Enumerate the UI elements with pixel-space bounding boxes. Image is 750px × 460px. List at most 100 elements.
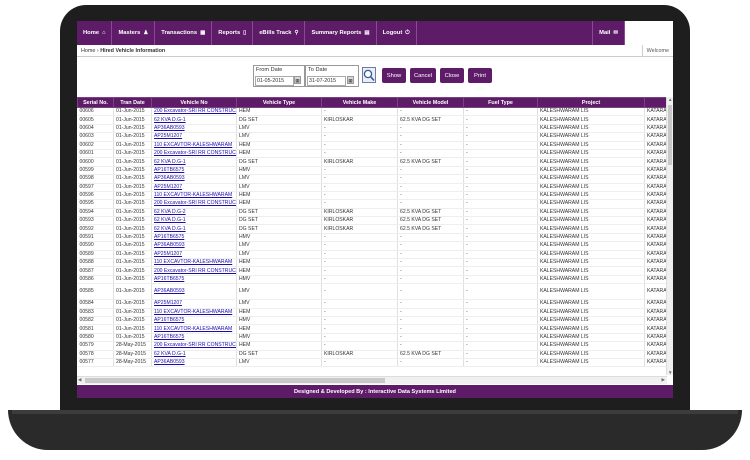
table-row[interactable]: 00592 01-Jun-2015 62 KVA D.G-1 DG SET KIRLOS… [77, 224, 668, 234]
calendar-icon[interactable]: ▦ [294, 76, 301, 84]
vehicle-link[interactable]: 62 KVA D.G-2 [154, 209, 186, 215]
table-row[interactable]: 00588 01-Jun-2015 110 EXCAVTOR-KALESHWARAM… [77, 258, 668, 268]
vehicle-link[interactable]: AP25M1207 [154, 251, 182, 257]
table-row[interactable]: 00593 01-Jun-2015 62 KVA D.G-1 DG SET KIRLOS… [77, 216, 668, 226]
vehicle-link[interactable]: AP16TB6575 [154, 234, 184, 240]
vehicle-link[interactable]: 62 KVA D.G-1 [154, 226, 186, 232]
vehicle-link[interactable]: AP16TB6575 [154, 317, 184, 323]
vehicle-link[interactable]: 200 Excavator-SRI RR CONSTRUCT [154, 150, 236, 156]
cell-vehicle-type: DG SET [236, 350, 322, 359]
vehicle-link[interactable]: AP36AB0593 [154, 242, 185, 248]
vehicle-link[interactable]: 110 EXCAVTOR-KALESHWARAM [154, 259, 232, 265]
cancel-button[interactable]: Cancel [410, 68, 436, 83]
table-row[interactable]: 00586 01-Jun-2015 AP16TB6575 HMV - - - KALESHWA… [77, 275, 668, 285]
table-row[interactable]: 00604 01-Jun-2015 AP36AB0593 LMV - - - KALESHWA… [77, 124, 668, 134]
cell-tran-date: 01-Jun-2015 [113, 333, 152, 343]
table-row[interactable]: 00590 01-Jun-2015 AP36AB0593 LMV - - - KALESHWA… [77, 241, 668, 251]
cell-serial-no: 00579 [77, 341, 114, 351]
scroll-left-icon[interactable]: ◀ [78, 377, 81, 383]
cell-vehicle-type: LMV [236, 174, 322, 184]
table-row[interactable]: 00601 01-Jun-2015 200 Excavator-SRI RR CON… [77, 149, 668, 159]
table-row[interactable]: 00596 01-Jun-2015 110 EXCAVTOR-KALESHWARAM… [77, 191, 668, 201]
nav-ebills-track[interactable]: eBills Track ⚲ [253, 21, 306, 45]
vehicle-link[interactable]: 200 Excavator-SRI RR CONSTRUCT [154, 108, 236, 114]
nav-transactions[interactable]: Transactions ▦ [155, 21, 213, 45]
table-row[interactable]: 00579 28-May-2015 200 Excavator-SRI RR CON… [77, 341, 668, 351]
vehicle-link[interactable]: 62 KVA D.G-1 [154, 217, 186, 223]
col-fuel-type[interactable]: Fuel Type [463, 97, 538, 108]
table-row[interactable]: 00598 01-Jun-2015 AP36AB0593 LMV - - - KALESHWA… [77, 174, 668, 184]
table-row[interactable]: 00589 01-Jun-2015 AP25M1207 LMV - - - KALESHWAR… [77, 250, 668, 260]
vehicle-link[interactable]: AP25M1207 [154, 133, 182, 139]
col-tran-date[interactable]: Tran Date [113, 97, 152, 108]
table-row[interactable]: 00595 01-Jun-2015 200 Excavator-SRI RR CON… [77, 199, 668, 209]
col-vehicle-model[interactable]: Vehicle Model [397, 97, 464, 108]
vehicle-link[interactable]: 62 KVA D.G-1 [154, 159, 186, 165]
table-row[interactable]: 00605 01-Jun-2015 62 KVA D.G-1 DG SET KIRLOS… [77, 115, 668, 125]
vertical-scrollbar[interactable]: ▲ ▼ [666, 97, 673, 375]
table-row[interactable]: 00578 28-May-2015 62 KVA D.G-1 DG SET KIRLOS… [77, 350, 668, 359]
close-button[interactable]: Close [440, 68, 464, 83]
magnifier-search-icon[interactable] [362, 67, 376, 83]
table-row[interactable]: 00597 01-Jun-2015 AP25M1207 LMV - - - KALESHWAR… [77, 183, 668, 192]
scroll-down-icon[interactable]: ▼ [668, 370, 672, 375]
table-row[interactable]: 00582 01-Jun-2015 AP16TB6575 HMV - - - KALESHWA… [77, 316, 668, 326]
cell-vehicle-model: - [397, 308, 464, 318]
vehicle-link[interactable]: AP25M1207 [154, 300, 182, 306]
scroll-right-icon[interactable]: ▶ [662, 377, 665, 383]
nav-home[interactable]: Home ⌂ [77, 21, 113, 45]
table-row[interactable]: 00587 01-Jun-2015 200 Excavator-SRI RR CON… [77, 266, 668, 276]
nav-logout[interactable]: Logout ⏻ [377, 21, 417, 45]
table-row[interactable]: 00585 01-Jun-2015 AP36AB0593 LMV - - - KALESHWA… [77, 283, 668, 301]
col-vehicle-no[interactable]: Vehicle No [151, 97, 237, 108]
table-row[interactable]: 00600 01-Jun-2015 62 KVA D.G-1 DG SET KIRLOS… [77, 157, 668, 167]
table-row[interactable]: 00599 01-Jun-2015 AP16TB6575 HMV - - - KALESHWA… [77, 166, 668, 176]
vehicle-link[interactable]: 110 EXCAVTOR-KALESHWARAM [154, 309, 232, 315]
vertical-scroll-thumb[interactable] [668, 105, 672, 165]
table-row[interactable]: 00603 01-Jun-2015 AP25M1207 LMV - - - KALESHWAR… [77, 132, 668, 142]
vehicle-link[interactable]: AP36AB0593 [154, 288, 185, 294]
table-row[interactable]: 00606 01-Jun-2015 200 Excavator-SRI RR CON… [77, 107, 668, 117]
vehicle-link[interactable]: AP36AB0593 [154, 175, 185, 181]
table-row[interactable]: 00584 01-Jun-2015 AP25M1207 LMV - - - KALESHWAR… [77, 299, 668, 309]
scroll-up-icon[interactable]: ▲ [668, 97, 672, 102]
from-date-input[interactable]: 01-05-2015 [255, 76, 294, 86]
vehicle-link[interactable]: AP36AB0593 [154, 125, 185, 131]
table-row[interactable]: 00577 28-May-2015 AP36AB0593 LMV - - - KALESHWA… [77, 358, 668, 368]
vehicle-link[interactable]: 110 EXCAVTOR-KALESHWARAM [154, 142, 232, 148]
col-project[interactable]: Project [537, 97, 645, 108]
vehicle-link[interactable]: 62 KVA D.G-1 [154, 351, 186, 357]
vehicle-link[interactable]: 200 Excavator-SRI RR CONSTRUCT [154, 342, 236, 348]
table-row[interactable]: 00581 01-Jun-2015 110 EXCAVTOR-KALESHWARAM… [77, 324, 668, 334]
table-row[interactable]: 00591 01-Jun-2015 AP16TB6575 HMV - - - KALESHWA… [77, 233, 668, 243]
vehicle-link[interactable]: AP16TB6575 [154, 167, 184, 173]
print-button[interactable]: Print [468, 68, 492, 83]
vehicle-link[interactable]: AP16TB6575 [154, 276, 184, 282]
col-serial-no[interactable]: Serial No. [77, 97, 114, 108]
table-row[interactable]: 00580 01-Jun-2015 AP16TB6575 HMV - - - KALESHWA… [77, 333, 668, 343]
vehicle-link[interactable]: 110 EXCAVTOR-KALESHWARAM [154, 192, 232, 198]
vehicle-link[interactable]: AP36AB0593 [154, 359, 185, 365]
vehicle-link[interactable]: 62 KVA D.G-1 [154, 117, 186, 123]
vehicle-link[interactable]: AP16TB6575 [154, 334, 184, 340]
nav-reports[interactable]: Reports ▯ [212, 21, 254, 45]
col-vehicle-make[interactable]: Vehicle Make [321, 97, 398, 108]
vehicle-link[interactable]: 110 EXCAVTOR-KALESHWARAM [154, 326, 232, 332]
vehicle-link[interactable]: 200 Excavator-SRI RR CONSTRUCT [154, 268, 236, 274]
col-more[interactable] [644, 97, 668, 108]
vehicle-link[interactable]: 200 Excavator-SRI RR CONSTRUCT [154, 200, 236, 206]
nav-summary-reports[interactable]: Summary Reports ▤ [305, 21, 377, 45]
nav-mail[interactable]: Mail ✉ [592, 21, 625, 45]
col-vehicle-type[interactable]: Vehicle Type [236, 97, 322, 108]
vehicle-link[interactable]: AP25M1207 [154, 184, 182, 190]
horizontal-scrollbar[interactable]: ◀ ▶ [77, 376, 667, 384]
to-date-input[interactable]: 31-07-2015 [307, 76, 346, 86]
table-row[interactable]: 00602 01-Jun-2015 110 EXCAVTOR-KALESHWARAM… [77, 141, 668, 150]
horizontal-scroll-thumb[interactable] [85, 378, 385, 383]
nav-masters[interactable]: Masters ♟ [112, 21, 156, 45]
calendar-icon[interactable]: ▦ [347, 76, 354, 84]
table-row[interactable]: 00583 01-Jun-2015 110 EXCAVTOR-KALESHWARAM… [77, 308, 668, 318]
table-row[interactable]: 00594 01-Jun-2015 62 KVA D.G-2 DG SET KIRLOS… [77, 208, 668, 218]
breadcrumb-home[interactable]: Home [81, 48, 95, 54]
show-button[interactable]: Show [382, 68, 406, 83]
